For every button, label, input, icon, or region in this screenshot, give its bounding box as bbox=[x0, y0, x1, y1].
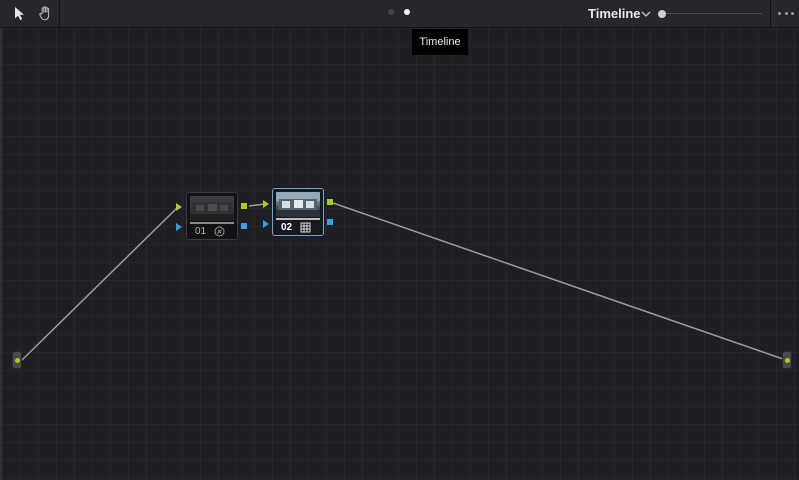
toolbar-divider bbox=[770, 0, 771, 27]
output-node[interactable] bbox=[782, 351, 792, 369]
page-dot-1[interactable] bbox=[388, 9, 394, 15]
source-output-port[interactable] bbox=[15, 358, 20, 363]
node-02-alpha-output[interactable] bbox=[327, 219, 333, 225]
node-01-rgb-output[interactable] bbox=[241, 203, 247, 209]
node-01-thumbnail bbox=[190, 196, 234, 221]
node-02-alpha-input[interactable] bbox=[263, 220, 269, 228]
zoom-slider-track[interactable] bbox=[662, 13, 762, 14]
node-graph-mode-label[interactable]: Timeline bbox=[588, 6, 641, 21]
arrow-pointer-icon bbox=[15, 7, 24, 20]
hand-icon bbox=[39, 6, 50, 21]
hand-tool-button[interactable] bbox=[36, 4, 56, 24]
more-options-button[interactable] bbox=[778, 6, 794, 20]
node-graph-canvas[interactable] bbox=[0, 28, 799, 480]
source-input-node[interactable] bbox=[12, 351, 22, 369]
chevron-down-icon[interactable] bbox=[640, 8, 652, 20]
node-02[interactable]: 02 bbox=[272, 188, 324, 236]
node-02-rgb-input[interactable] bbox=[263, 200, 269, 208]
more-horizontal-icon bbox=[778, 11, 781, 15]
color-page-node-editor: Timeline 01 02 Timeline bbox=[0, 0, 799, 480]
tooltip: Timeline bbox=[412, 29, 468, 55]
tool-group bbox=[0, 0, 60, 27]
node-editor-toolbar: Timeline bbox=[0, 0, 799, 28]
page-indicator bbox=[388, 9, 410, 15]
pointer-tool-button[interactable] bbox=[10, 4, 30, 24]
page-dot-2[interactable] bbox=[404, 9, 410, 15]
fx-icon bbox=[214, 226, 225, 237]
grid-icon bbox=[300, 222, 311, 233]
node-01-label: 01 bbox=[195, 226, 207, 237]
output-input-port[interactable] bbox=[785, 358, 790, 363]
zoom-slider-handle[interactable] bbox=[658, 10, 666, 18]
node-01-alpha-output[interactable] bbox=[241, 223, 247, 229]
node-01-alpha-input[interactable] bbox=[176, 223, 182, 231]
node-02-label: 02 bbox=[281, 222, 293, 233]
node-02-thumbnail bbox=[276, 192, 320, 217]
node-01[interactable]: 01 bbox=[186, 192, 238, 240]
node-01-rgb-input[interactable] bbox=[176, 203, 182, 211]
zoom-slider[interactable] bbox=[658, 9, 762, 19]
node-02-rgb-output[interactable] bbox=[327, 199, 333, 205]
